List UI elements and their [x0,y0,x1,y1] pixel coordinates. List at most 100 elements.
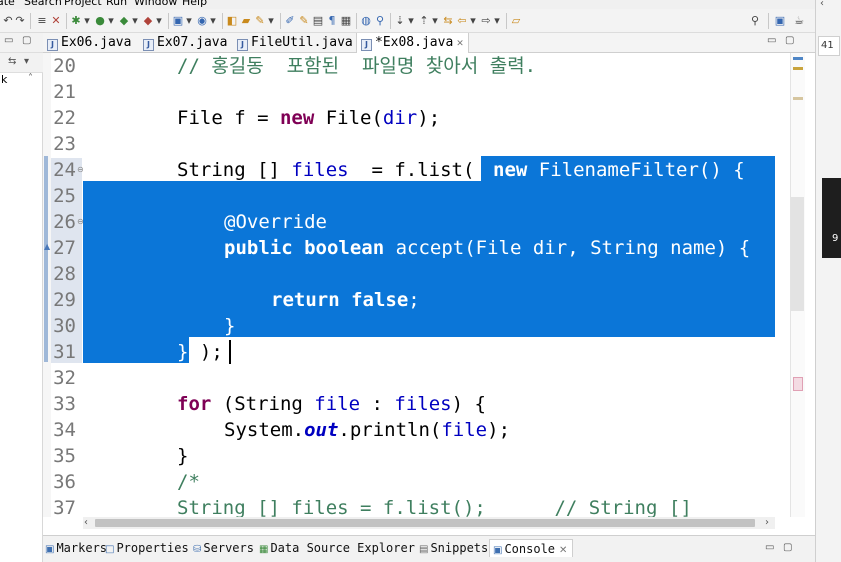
word-wrap-icon[interactable]: ▦ [340,14,352,28]
tab-servers[interactable]: ⛁ Servers [193,539,254,557]
code-token: (String [211,393,315,415]
globe-icon[interactable]: ◍ [360,14,372,28]
horizontal-scroll-thumb[interactable] [95,519,755,527]
line-number: 35 [53,445,76,467]
maximize-icon[interactable]: ▢ [22,35,31,46]
scroll-up-icon[interactable]: ˄ [28,73,33,84]
run-icon[interactable]: ● [94,14,106,28]
tab-snippets[interactable]: ▤ Snippets [419,539,488,557]
menu-bar: ate Search Project Run Window Help [0,0,815,9]
last-edit-location-icon[interactable]: ⇆ [442,14,454,28]
tab-label: Data Source Explorer [270,541,415,555]
close-icon[interactable]: ✕ [456,39,464,49]
maximize-icon[interactable]: ▢ [785,35,794,46]
chevron-down-icon[interactable]: ▾ [154,14,164,28]
menu-item-search[interactable]: Search [24,0,62,8]
search-references-icon[interactable]: ⚲ [374,14,386,28]
chevron-down-icon[interactable]: ▾ [184,14,194,28]
search-tool-icon[interactable]: ✎ [254,14,266,28]
chevron-left-icon[interactable]: ‹ [820,0,824,9]
search-icon[interactable]: ⚲ [748,14,762,28]
external-tools-icon[interactable]: ◆ [142,14,154,28]
scroll-left-icon[interactable]: ‹ [84,517,88,528]
tab-markers[interactable]: ▣ Markers [45,539,107,557]
tree-item-fragment[interactable]: k [1,73,7,86]
tab-ex08[interactable]: J *Ex08.java ✕ [356,33,469,53]
side-field-fragment[interactable]: 41 [818,36,840,56]
show-whitespace-icon[interactable]: ¶ [326,14,338,28]
maximize-icon[interactable]: ▢ [783,542,792,553]
chevron-down-icon[interactable]: ▾ [406,14,416,28]
side-image-fragment: 9 [822,178,841,258]
tab-properties[interactable]: □ Properties [105,539,189,557]
debug-icon[interactable]: ✱ [70,14,82,28]
chevron-down-icon[interactable]: ▾ [266,14,276,28]
code-line-37: String [] files = f.list(); // String [] [177,497,692,517]
minimize-icon[interactable]: ▭ [765,542,774,553]
back-navigation-icon[interactable]: ⇦ [456,14,468,28]
toggle-mark-occurrences-icon[interactable]: ✐ [284,14,296,28]
tab-ex06[interactable]: J Ex06.java [43,33,131,53]
tab-fileutil[interactable]: J FileUtil.java [233,33,353,53]
open-perspective-icon[interactable]: ▣ [774,14,786,28]
chevron-down-icon[interactable]: ▾ [468,14,478,28]
code-token: ); [487,419,511,441]
skip-breakpoints-icon[interactable]: ✕ [50,14,62,28]
new-class-icon[interactable]: ◉ [196,14,208,28]
chevron-down-icon[interactable]: ▾ [82,14,92,28]
menu-item-project[interactable]: Project [64,0,102,8]
line-number: 24 [53,159,76,181]
vertical-scroll-thumb[interactable] [791,197,804,311]
tab-data-source-explorer[interactable]: ▦ Data Source Explorer [259,539,415,557]
chevron-down-icon[interactable]: ▾ [492,14,502,28]
menu-item-help[interactable]: Help [182,0,207,8]
tab-console[interactable]: ▣ Console ✕ [489,539,574,557]
back-icon[interactable]: ↶ [2,14,14,28]
code-editor[interactable]: 20 21 22 23 24 25 26 27 28 29 30 31 32 3… [43,53,790,517]
chevron-down-icon[interactable]: ▾ [430,14,440,28]
highlight-icon[interactable]: ✎ [298,14,310,28]
ruler-mark[interactable] [793,97,803,100]
open-folder-icon[interactable]: ▰ [240,14,252,28]
close-icon[interactable]: ✕ [559,545,567,556]
code-line-20: // 홍길동 포함된 파일명 찾아서 출력. [177,55,537,77]
ruler-mark[interactable] [793,57,803,60]
chevron-down-icon[interactable]: ▾ [208,14,218,28]
open-type-icon[interactable]: ◧ [226,14,238,28]
view-menu-icon[interactable]: ▾ [24,56,29,67]
block-selection-icon[interactable]: ▤ [312,14,324,28]
new-java-project-icon[interactable]: ▣ [172,14,184,28]
menu-item-window[interactable]: Window [134,0,177,8]
previous-annotation-icon[interactable]: ⇡ [418,14,430,28]
chevron-down-icon[interactable]: ▾ [106,14,116,28]
ruler-mark[interactable] [793,67,803,70]
line-number: 25 [53,185,76,207]
tab-label: Snippets [430,541,489,555]
left-panel-toolbar: ⇆ ▾ [0,53,43,73]
forward-navigation-icon[interactable]: ⇨ [480,14,492,28]
minimize-icon[interactable]: ▭ [767,35,776,46]
toggle-comment-icon[interactable]: ≡ [36,14,48,28]
tab-ex07[interactable]: J Ex07.java [139,33,227,53]
code-token: ) { [451,393,486,415]
code-token: accept(File dir, String name) { [384,237,751,259]
code-keyword: new [493,159,528,181]
minimize-icon[interactable]: ▭ [4,35,13,46]
menu-item-update[interactable]: ate [0,0,15,8]
ruler-mark[interactable] [793,377,803,391]
code-line-29: return false; [83,287,420,313]
horizontal-scrollbar[interactable]: ‹ › [83,517,775,529]
scroll-right-icon[interactable]: › [765,517,769,528]
forward-icon[interactable]: ↷ [14,14,26,28]
next-annotation-icon[interactable]: ⇣ [394,14,406,28]
menu-item-run[interactable]: Run [106,0,127,8]
java-perspective-icon[interactable]: ☕ [792,14,806,28]
chevron-down-icon[interactable]: ▾ [130,14,140,28]
coverage-icon[interactable]: ◆ [118,14,130,28]
pin-editor-icon[interactable]: ▱ [510,14,522,28]
tab-label: FileUtil.java [251,35,353,50]
code-field: files [291,159,349,181]
link-editor-icon[interactable]: ⇆ [8,56,16,67]
overview-ruler[interactable] [790,53,805,517]
line-number: 31 [53,341,76,363]
